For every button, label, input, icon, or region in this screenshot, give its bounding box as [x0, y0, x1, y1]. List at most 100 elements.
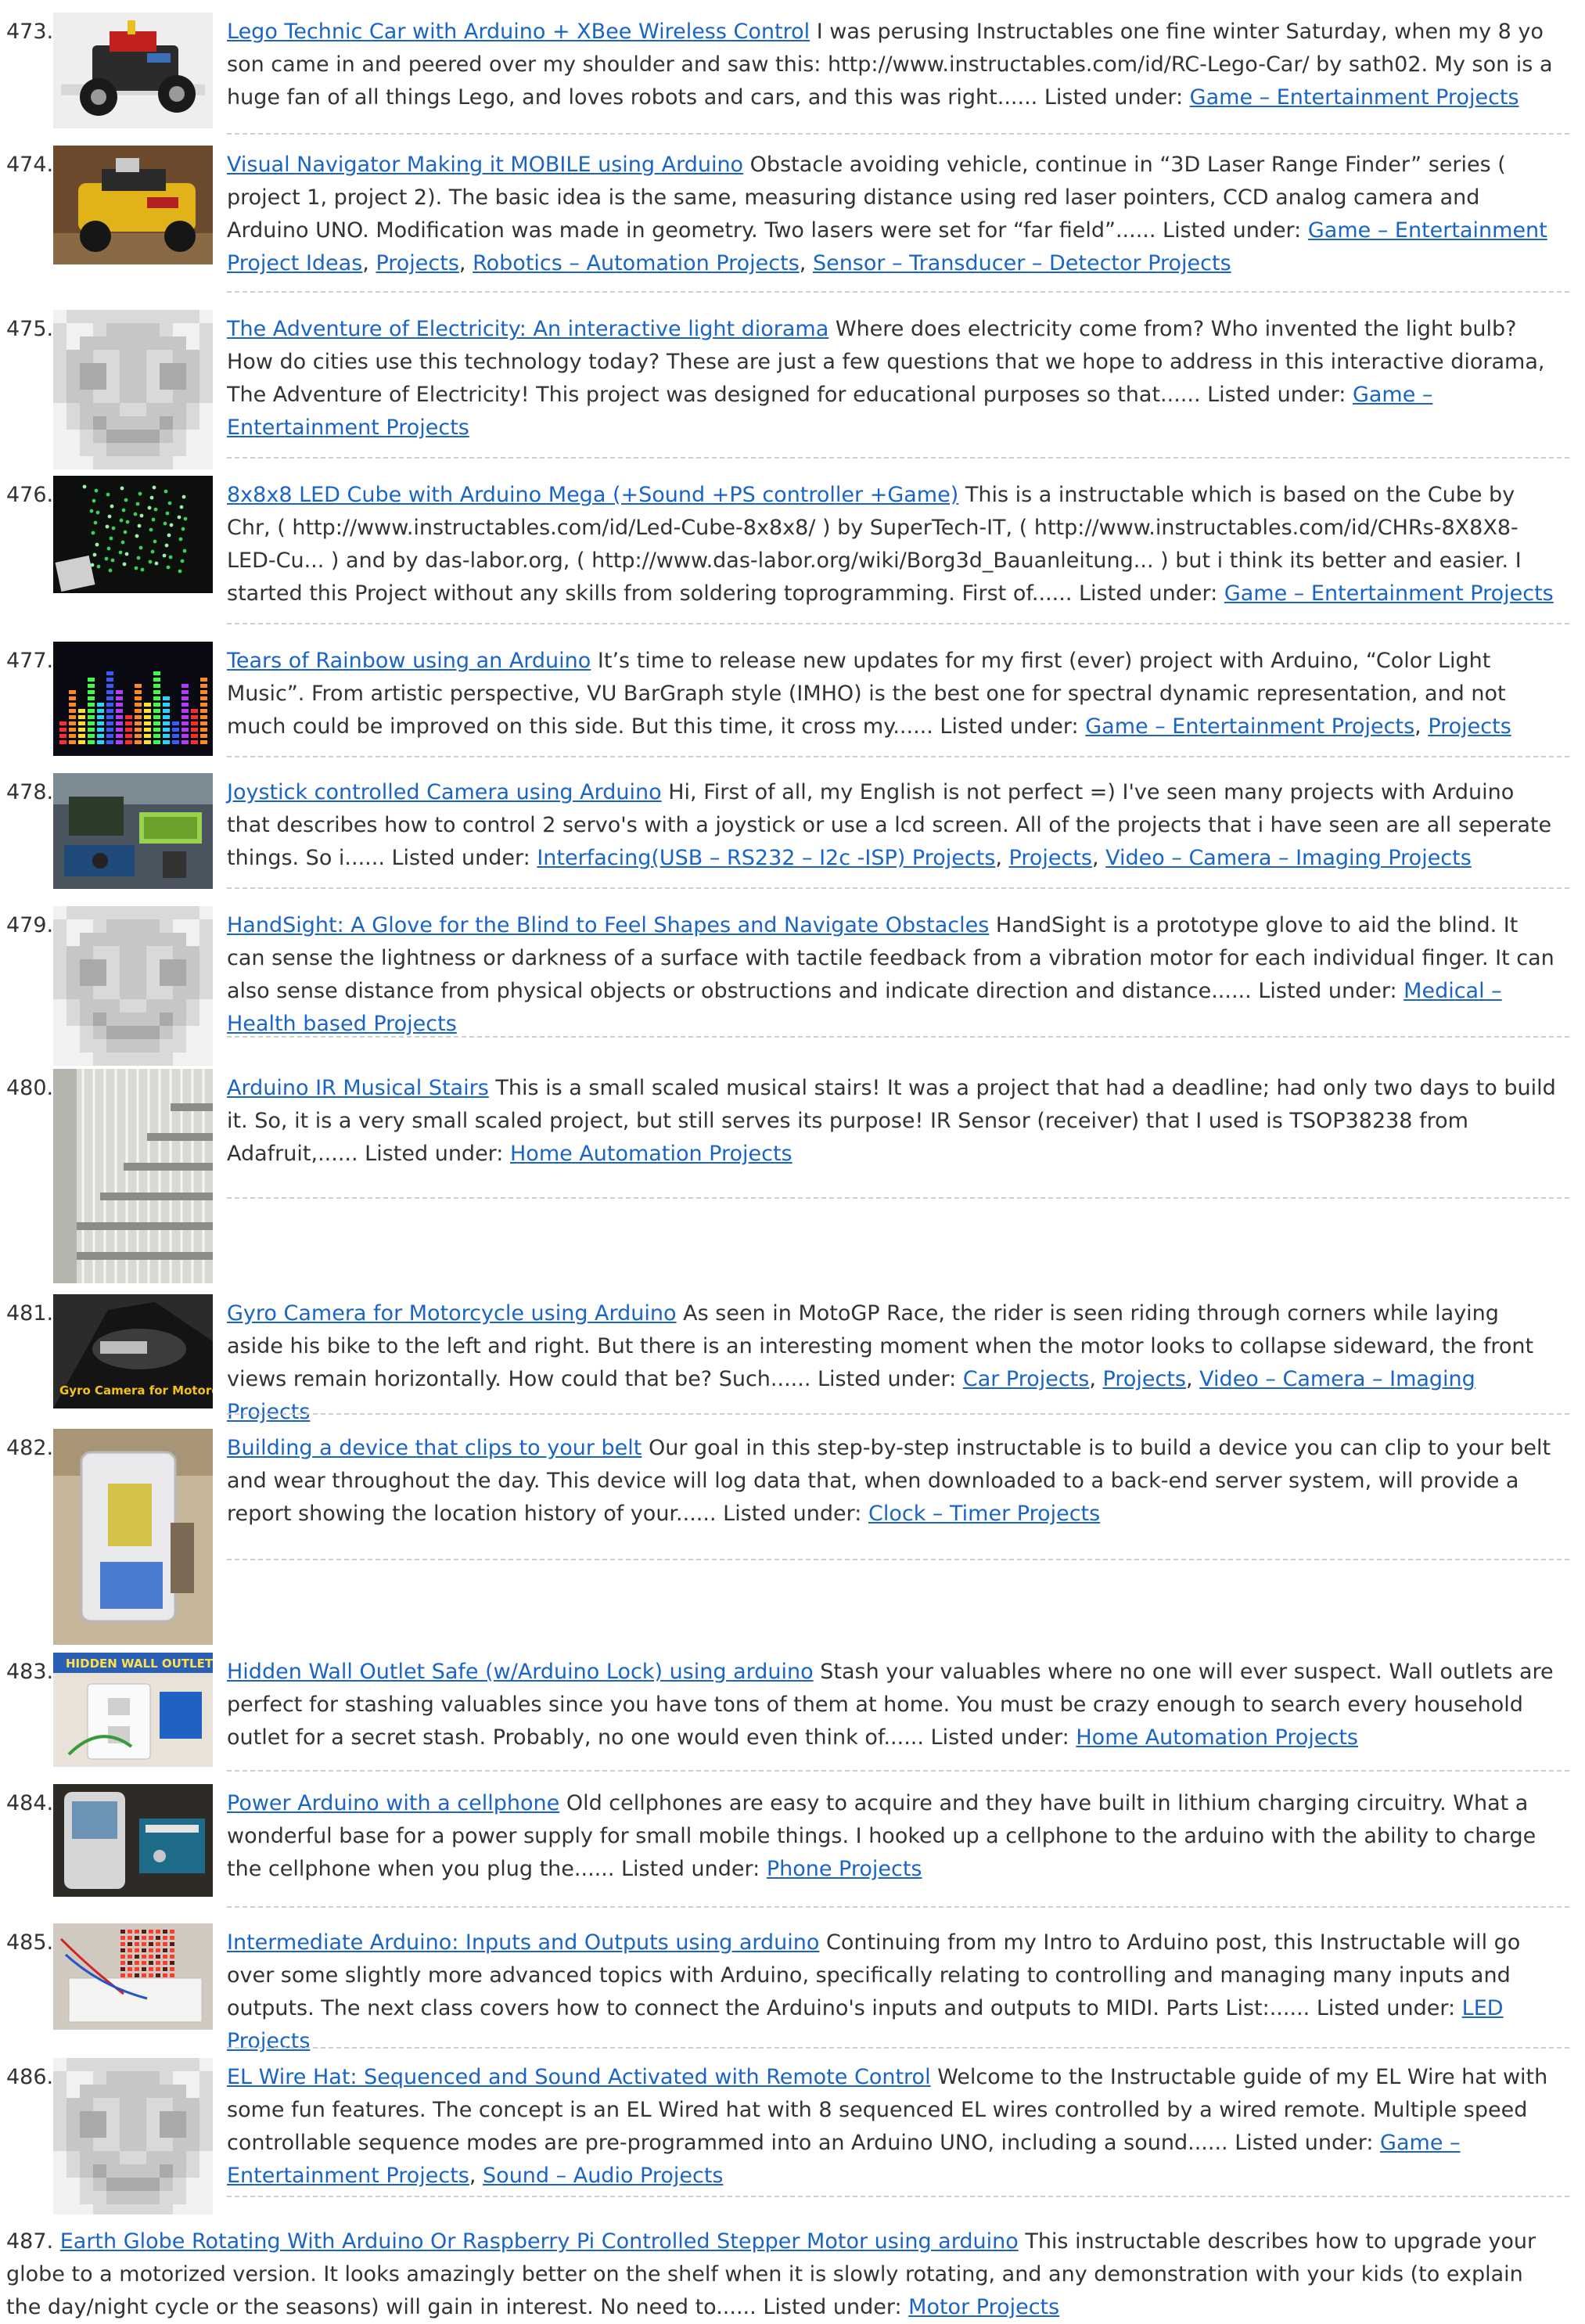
project-title-link[interactable]: The Adventure of Electricity: An interac…: [227, 317, 828, 341]
item-text: Intermediate Arduino: Inputs and Outputs…: [227, 1926, 1558, 2058]
category-link[interactable]: Game – Entertainment Projects: [1085, 714, 1414, 739]
item-divider: [227, 756, 1569, 757]
project-thumbnail[interactable]: Gyro Camera for MotorcycleGyro Camera fo…: [53, 1294, 213, 1408]
project-title-link[interactable]: Gyro Camera for Motorcycle using Arduino: [227, 1301, 677, 1326]
listed-under-label: Listed under:: [763, 2295, 902, 2319]
category-link[interactable]: Game – Entertainment Projects: [1190, 85, 1519, 110]
item-text: The Adventure of Electricity: An interac…: [227, 313, 1558, 444]
project-title-link[interactable]: Power Arduino with a cellphone: [227, 1791, 559, 1815]
project-title-link[interactable]: Earth Globe Rotating With Arduino Or Ras…: [60, 2229, 1019, 2254]
category-link[interactable]: Projects: [1009, 846, 1092, 870]
project-title-link[interactable]: Joystick controlled Camera using Arduino: [227, 780, 662, 804]
listed-under-label: Listed under:: [1163, 218, 1302, 243]
project-title-link[interactable]: Arduino IR Musical Stairs: [227, 1076, 489, 1100]
listed-under-label: Listed under:: [1235, 2131, 1374, 2155]
project-thumbnail[interactable]: [53, 146, 213, 264]
item-divider: [227, 457, 1569, 459]
item-divider: [227, 2196, 1569, 2197]
svg-text:Gyro Camera for Motorcycle: Gyro Camera for Motorcycle: [59, 1383, 213, 1398]
listed-under-label: Listed under:: [1258, 979, 1397, 1003]
item-text: 487. Earth Globe Rotating With Arduino O…: [6, 2225, 1558, 2324]
category-link[interactable]: Home Automation Projects: [1076, 1725, 1358, 1750]
item-divider: [227, 291, 1569, 293]
listed-under-label: Listed under:: [391, 846, 530, 870]
category-link[interactable]: Robotics – Automation Projects: [473, 251, 800, 275]
project-thumbnail[interactable]: [53, 13, 213, 128]
item-text: Arduino IR Musical Stairs This is a smal…: [227, 1072, 1558, 1171]
listed-under-label: Listed under:: [930, 1725, 1069, 1750]
project-title-link[interactable]: 8x8x8 LED Cube with Arduino Mega (+Sound…: [227, 483, 958, 507]
item-divider: [227, 1559, 1569, 1560]
item-number: 475.: [6, 317, 54, 341]
category-link[interactable]: Game – Entertainment Projects: [1224, 581, 1554, 606]
item-text: Tears of Rainbow using an Arduino It’s t…: [227, 649, 1511, 739]
project-thumbnail[interactable]: [53, 2058, 213, 2214]
item-number: 487.: [6, 2229, 54, 2254]
project-thumbnail[interactable]: [53, 1429, 213, 1645]
item-number: 473.: [6, 20, 54, 44]
item-text: Lego Technic Car with Arduino + XBee Wir…: [227, 16, 1558, 114]
item-number: 481.: [6, 1301, 54, 1326]
listed-under-label: Listed under:: [621, 1857, 760, 1881]
category-link[interactable]: Video – Camera – Imaging Projects: [1105, 846, 1472, 870]
item-number: 482.: [6, 1436, 54, 1460]
project-title-link[interactable]: Hidden Wall Outlet Safe (w/Arduino Lock)…: [227, 1660, 814, 1684]
item-text: Power Arduino with a cellphone Old cellp…: [227, 1787, 1558, 1886]
listed-under-label: Listed under:: [1079, 581, 1218, 606]
project-thumbnail[interactable]: [53, 1784, 213, 1897]
project-title-link[interactable]: EL Wire Hat: Sequenced and Sound Activat…: [227, 2065, 931, 2089]
item-number: 480.: [6, 1076, 54, 1100]
svg-text:HIDDEN WALL OUTLET: HIDDEN WALL OUTLET: [66, 1657, 213, 1671]
item-divider: [227, 2047, 1569, 2049]
category-link[interactable]: Interfacing(USB – RS232 – I2c -ISP) Proj…: [537, 846, 995, 870]
project-title-link[interactable]: Lego Technic Car with Arduino + XBee Wir…: [227, 20, 810, 44]
project-title-link[interactable]: Visual Navigator Making it MOBILE using …: [227, 153, 743, 177]
project-thumbnail[interactable]: [53, 773, 213, 889]
item-number: 479.: [6, 913, 54, 937]
listed-under-label: Listed under:: [818, 1367, 957, 1391]
item-number: 486.: [6, 2065, 54, 2089]
item-divider: [227, 133, 1569, 135]
category-link[interactable]: Phone Projects: [767, 1857, 922, 1881]
project-title-link[interactable]: Building a device that clips to your bel…: [227, 1436, 642, 1460]
project-thumbnail[interactable]: [53, 476, 213, 593]
item-number: 478.: [6, 780, 54, 804]
item-number: 476.: [6, 483, 54, 507]
item-divider: [227, 1036, 1569, 1038]
category-link[interactable]: Clock – Timer Projects: [868, 1502, 1100, 1526]
category-link[interactable]: Car Projects: [963, 1367, 1090, 1391]
item-divider: [227, 1770, 1569, 1772]
listed-under-label: Listed under:: [940, 714, 1079, 739]
category-link[interactable]: Sound – Audio Projects: [483, 2164, 723, 2188]
project-thumbnail[interactable]: [53, 1923, 213, 2030]
category-link[interactable]: Projects: [376, 251, 458, 275]
project-title-link[interactable]: Tears of Rainbow using an Arduino: [227, 649, 591, 673]
project-thumbnail[interactable]: [53, 906, 213, 1066]
listed-under-label: Listed under:: [723, 1502, 862, 1526]
item-number: 477.: [6, 649, 54, 673]
project-thumbnail[interactable]: [53, 310, 213, 469]
project-title-link[interactable]: HandSight: A Glove for the Blind to Feel…: [227, 913, 989, 937]
listed-under-label: Listed under:: [365, 1142, 504, 1166]
project-title-link[interactable]: Intermediate Arduino: Inputs and Outputs…: [227, 1930, 819, 1955]
item-divider: [227, 623, 1569, 624]
category-link[interactable]: Projects: [1428, 714, 1511, 739]
item-text: Building a device that clips to your bel…: [227, 1432, 1558, 1531]
item-text: EL Wire Hat: Sequenced and Sound Activat…: [227, 2065, 1548, 2188]
item-text: Hidden Wall Outlet Safe (w/Arduino Lock)…: [227, 1656, 1558, 1754]
category-link[interactable]: Projects: [1103, 1367, 1186, 1391]
listed-under-label: Listed under:: [1316, 1996, 1456, 2020]
project-thumbnail[interactable]: [53, 1069, 213, 1283]
item-text: Joystick controlled Camera using Arduino…: [227, 780, 1552, 870]
item-number: 483.: [6, 1660, 54, 1684]
project-thumbnail[interactable]: [53, 642, 213, 756]
item-divider: [227, 1906, 1569, 1908]
category-link[interactable]: Motor Projects: [908, 2295, 1059, 2319]
category-link[interactable]: Home Automation Projects: [510, 1142, 792, 1166]
item-text: HandSight: A Glove for the Blind to Feel…: [227, 909, 1558, 1041]
item-text: 8x8x8 LED Cube with Arduino Mega (+Sound…: [227, 479, 1558, 610]
project-thumbnail[interactable]: HIDDEN WALL OUTLET HIDDEN WALL OUTLET: [53, 1653, 213, 1767]
item-divider: [227, 1197, 1569, 1199]
item-text: Gyro Camera for Motorcycle using Arduino…: [227, 1301, 1534, 1424]
category-link[interactable]: Sensor – Transducer – Detector Projects: [813, 251, 1231, 275]
